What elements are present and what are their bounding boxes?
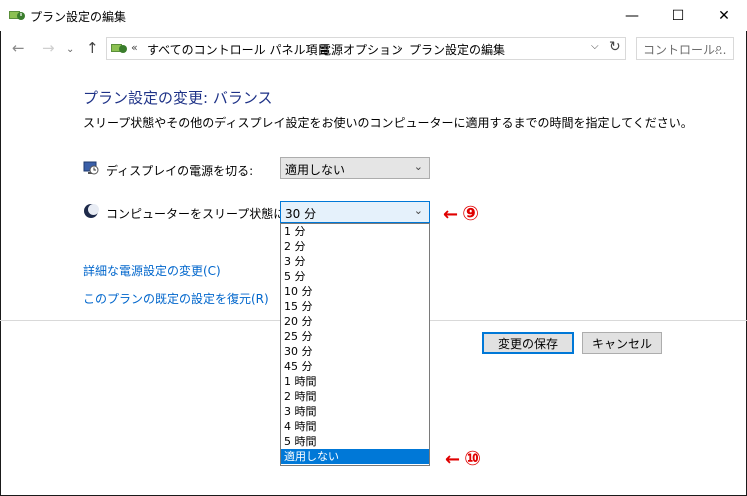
breadcrumb-item-power-options[interactable]: 電源オプション: [319, 41, 403, 58]
dropdown-option[interactable]: 20 分: [281, 314, 429, 329]
annotation-arrow-icon: ←: [445, 449, 461, 470]
breadcrumb-item-edit-plan[interactable]: プラン設定の編集: [409, 41, 505, 58]
dropdown-option[interactable]: 5 分: [281, 269, 429, 284]
breadcrumb-separator[interactable]: ›: [307, 41, 311, 54]
navigation-bar: ← → ⌄ ↑ « すべてのコントロール パネル項目 › 電源オプション › プ…: [0, 31, 747, 65]
sleep-dropdown-list[interactable]: 1 分 2 分 3 分 5 分 10 分 15 分 20 分 25 分 30 分…: [280, 223, 430, 466]
search-icon[interactable]: ⌕: [715, 41, 722, 56]
maximize-icon: ☐: [671, 7, 685, 24]
refresh-icon[interactable]: ↻: [609, 39, 621, 55]
search-input[interactable]: コントロール... ⌕: [636, 37, 734, 60]
annotation-number: ⑩: [464, 446, 482, 470]
sleep-value: 30 分: [285, 207, 317, 221]
dropdown-option[interactable]: 3 時間: [281, 404, 429, 419]
dropdown-option[interactable]: 25 分: [281, 329, 429, 344]
address-bar[interactable]: « すべてのコントロール パネル項目 › 電源オプション › プラン設定の編集 …: [106, 37, 626, 60]
breadcrumb-item-all-control-panel[interactable]: すべてのコントロール パネル項目: [147, 41, 330, 58]
cancel-button[interactable]: キャンセル: [582, 332, 662, 354]
dropdown-option[interactable]: 3 分: [281, 254, 429, 269]
dropdown-option[interactable]: 1 時間: [281, 374, 429, 389]
close-icon: ✕: [718, 7, 730, 24]
power-plan-icon: [9, 11, 25, 20]
display-off-label: ディスプレイの電源を切る:: [106, 164, 254, 178]
restore-defaults-link[interactable]: このプランの既定の設定を復元(R): [83, 290, 269, 307]
sleep-select[interactable]: 30 分 ⌄: [280, 201, 430, 223]
annotation-10: ← ⑩: [445, 446, 481, 470]
dropdown-option[interactable]: 2 分: [281, 239, 429, 254]
dropdown-option[interactable]: 1 分: [281, 224, 429, 239]
dropdown-option-highlighted[interactable]: 適用しない: [281, 449, 429, 464]
window-title: プラン設定の編集: [30, 10, 127, 24]
save-changes-button[interactable]: 変更の保存: [482, 332, 574, 354]
minimize-button[interactable]: —: [609, 0, 655, 31]
dropdown-option[interactable]: 45 分: [281, 359, 429, 374]
dropdown-option[interactable]: 15 分: [281, 299, 429, 314]
search-placeholder: コントロール...: [643, 43, 727, 57]
dropdown-option[interactable]: 4 時間: [281, 419, 429, 434]
breadcrumb-separator[interactable]: ›: [397, 41, 401, 54]
display-off-value: 適用しない: [285, 163, 346, 177]
chevron-down-icon[interactable]: ⌵: [591, 41, 599, 52]
annotation-number: ⑨: [462, 201, 480, 225]
breadcrumb-overflow[interactable]: «: [131, 41, 138, 54]
close-button[interactable]: ✕: [701, 0, 747, 31]
dropdown-option[interactable]: 10 分: [281, 284, 429, 299]
page-description: スリープ状態やその他のディスプレイ設定をお使いのコンピューターに適用するまでの時…: [83, 116, 693, 130]
chevron-down-icon: ⌄: [413, 204, 423, 217]
forward-button[interactable]: →: [42, 39, 55, 57]
annotation-9: ← ⑨: [443, 201, 479, 225]
control-panel-icon: [111, 44, 127, 53]
dropdown-option[interactable]: 2 時間: [281, 389, 429, 404]
advanced-power-settings-link[interactable]: 詳細な電源設定の変更(C): [83, 262, 221, 279]
display-power-icon: [83, 161, 99, 175]
annotation-arrow-icon: ←: [443, 204, 459, 225]
display-off-select[interactable]: 適用しない ⌄: [280, 157, 430, 179]
minimize-icon: —: [625, 7, 639, 24]
maximize-button[interactable]: ☐: [655, 0, 701, 31]
back-button[interactable]: ←: [12, 39, 25, 57]
chevron-down-icon: ⌄: [413, 160, 423, 173]
sleep-moon-icon: [84, 204, 99, 218]
dropdown-option[interactable]: 5 時間: [281, 434, 429, 449]
recent-locations-button[interactable]: ⌄: [66, 41, 74, 59]
title-bar: プラン設定の編集 — ☐ ✕: [0, 0, 747, 31]
page-title: プラン設定の変更: バランス: [83, 89, 273, 107]
dropdown-option[interactable]: 30 分: [281, 344, 429, 359]
up-button[interactable]: ↑: [86, 39, 99, 57]
